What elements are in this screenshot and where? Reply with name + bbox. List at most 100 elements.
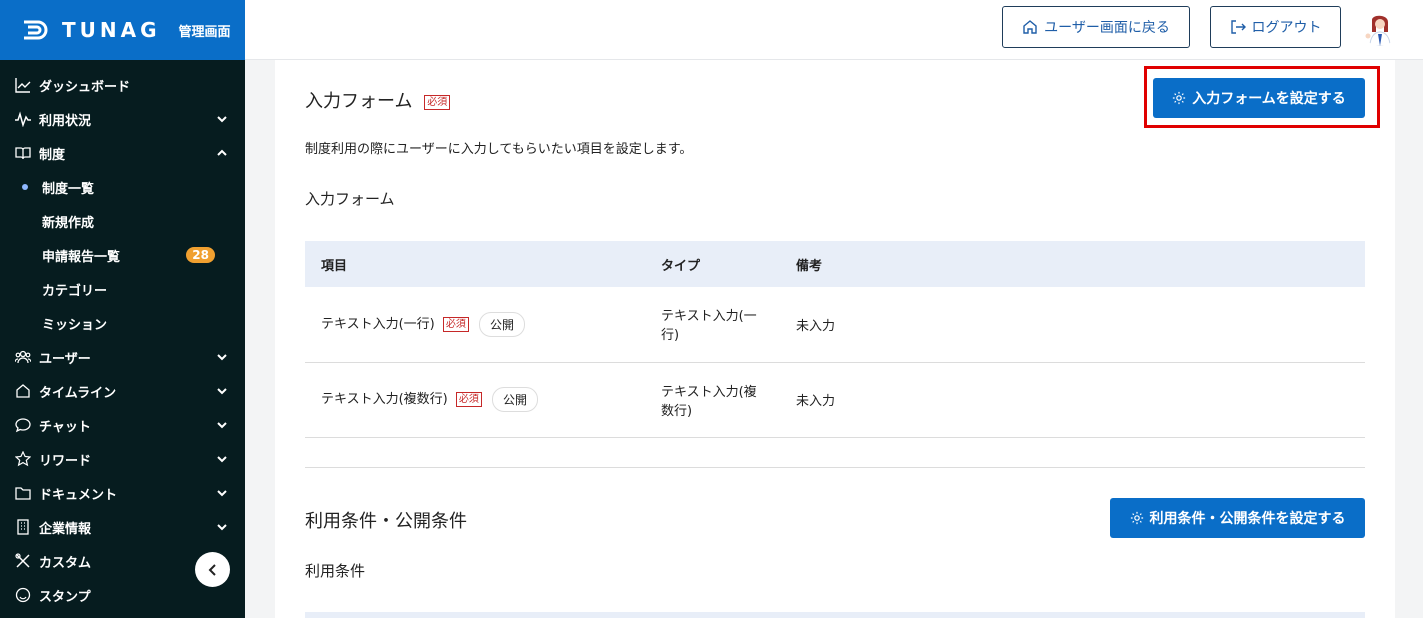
count-badge: 28 xyxy=(186,247,215,263)
item-cell: テキスト入力(複数行) 必須 公開 xyxy=(305,362,645,438)
form-table: 項目 タイプ 備考 テキスト入力(一行) 必須 公開 テキスト入力(一 行) 未… xyxy=(305,241,1365,438)
sidebar-subitem-new[interactable]: 新規作成 xyxy=(0,204,245,238)
logout-icon xyxy=(1230,20,1246,34)
sidebar-item-reward[interactable]: リワード xyxy=(0,442,245,476)
tunag-logo-icon xyxy=(22,19,52,41)
type-label-line1: テキスト入力(複 xyxy=(661,384,757,400)
logout-button[interactable]: ログアウト xyxy=(1210,6,1341,48)
chevron-down-icon xyxy=(217,354,227,361)
sidebar-subitem-label: ミッション xyxy=(42,317,108,333)
chevron-down-icon xyxy=(217,422,227,429)
visibility-badge: 公開 xyxy=(492,387,539,412)
avatar[interactable] xyxy=(1362,10,1398,46)
sidebar-item-label: チャット xyxy=(39,419,91,435)
type-label-line1: テキスト入力(一 xyxy=(661,309,757,325)
sidebar-item-label: スタンプ xyxy=(39,589,91,605)
sidebar-subitem-category[interactable]: カテゴリー xyxy=(0,272,245,306)
active-dot xyxy=(22,184,28,190)
chevron-down-icon xyxy=(217,116,227,123)
sidebar: TUNAG 管理画面 ダッシュボード 利用状況 制度 制度一覧 新規作成 申請報… xyxy=(0,0,245,618)
sidebar-subitem-label: 制度一覧 xyxy=(42,181,95,197)
item-label: テキスト入力(一行) xyxy=(321,316,435,332)
sidebar-item-label: ユーザー xyxy=(39,351,91,367)
sidebar-item-company[interactable]: 企業情報 xyxy=(0,510,245,544)
logout-label: ログアウト xyxy=(1251,20,1322,36)
required-badge: 必須 xyxy=(442,316,469,332)
sidebar-item-documents[interactable]: ドキュメント xyxy=(0,476,245,510)
sidebar-item-label: リワード xyxy=(39,453,92,469)
building-icon xyxy=(14,518,32,536)
item-label: テキスト入力(複数行) xyxy=(321,392,448,407)
sidebar-item-label: 利用状況 xyxy=(39,113,92,129)
sidebar-nav: ダッシュボード 利用状況 制度 制度一覧 新規作成 申請報告一覧 28 カテゴリ… xyxy=(0,60,245,612)
smile-icon xyxy=(14,586,32,604)
brand-bar[interactable]: TUNAG 管理画面 xyxy=(0,0,245,60)
required-badge: 必須 xyxy=(424,94,451,110)
table-row: テキスト入力(複数行) 必須 公開 テキスト入力(複 数行) 未入力 xyxy=(305,362,1365,438)
brand-subtitle: 管理画面 xyxy=(178,24,231,40)
sidebar-subitem-label: 申請報告一覧 xyxy=(42,249,121,265)
tools-icon xyxy=(14,552,32,570)
sidebar-item-timeline[interactable]: タイムライン xyxy=(0,374,245,408)
type-label-line2: 数行) xyxy=(661,403,693,419)
sidebar-item-users[interactable]: ユーザー xyxy=(0,340,245,374)
configure-conditions-button[interactable]: 利用条件・公開条件を設定する xyxy=(1110,498,1365,538)
conditions-table-header xyxy=(305,612,1365,618)
item-cell: テキスト入力(一行) 必須 公開 xyxy=(305,287,645,363)
home-icon xyxy=(14,382,32,400)
conditions-section-title: 利用条件・公開条件 xyxy=(305,511,467,532)
sidebar-subitem-applications[interactable]: 申請報告一覧 28 xyxy=(0,238,245,272)
back-to-user-button[interactable]: ユーザー画面に戻る xyxy=(1002,6,1190,48)
sidebar-subitem-mission[interactable]: ミッション xyxy=(0,306,245,340)
sidebar-item-chat[interactable]: チャット xyxy=(0,408,245,442)
column-header-type: タイプ xyxy=(661,258,701,274)
gear-icon xyxy=(1130,511,1143,525)
home-icon xyxy=(1023,20,1037,34)
sidebar-collapse-button[interactable] xyxy=(195,552,230,587)
star-icon xyxy=(14,450,32,468)
folder-icon xyxy=(14,484,32,502)
sidebar-subitem-label: 新規作成 xyxy=(42,215,95,231)
chevron-down-icon xyxy=(217,388,227,395)
type-label-line2: 行) xyxy=(661,328,680,344)
sidebar-subitem-system-list[interactable]: 制度一覧 xyxy=(0,170,245,204)
chart-icon xyxy=(14,76,32,94)
sidebar-item-label: タイムライン xyxy=(39,385,117,401)
users-icon xyxy=(14,348,32,366)
form-description: 制度利用の際にユーザーに入力してもらいたい項目を設定します。 xyxy=(305,142,693,157)
sidebar-item-system[interactable]: 制度 xyxy=(0,136,245,170)
content-card: 入力フォーム 必須 入力フォームを設定する 制度利用の際にユーザーに入力してもら… xyxy=(275,60,1395,618)
table-row: テキスト入力(一行) 必須 公開 テキスト入力(一 行) 未入力 xyxy=(305,287,1365,363)
form-section-title-text: 入力フォーム xyxy=(305,91,413,112)
chevron-down-icon xyxy=(217,456,227,463)
note-cell: 未入力 xyxy=(780,362,1365,438)
chat-icon xyxy=(14,416,32,434)
brand-logo: TUNAG xyxy=(62,18,161,42)
sidebar-item-label: ドキュメント xyxy=(39,487,118,503)
conditions-subtitle: 利用条件 xyxy=(305,562,366,580)
form-subtitle: 入力フォーム xyxy=(305,190,395,208)
note-cell: 未入力 xyxy=(780,287,1365,363)
sidebar-item-label: 企業情報 xyxy=(39,521,92,537)
type-cell: テキスト入力(複 数行) xyxy=(645,362,780,438)
form-section-title: 入力フォーム 必須 xyxy=(305,87,451,113)
column-header-item: 項目 xyxy=(321,258,348,274)
book-icon xyxy=(14,144,32,162)
highlight-box xyxy=(1144,66,1380,128)
top-header: ユーザー画面に戻る ログアウト xyxy=(245,0,1423,60)
table-header-row: 項目 タイプ 備考 xyxy=(305,241,1365,287)
back-to-user-label: ユーザー画面に戻る xyxy=(1044,20,1170,36)
column-header-note: 備考 xyxy=(796,258,823,274)
section-divider xyxy=(305,467,1365,468)
chevron-up-icon xyxy=(217,149,227,156)
sidebar-item-label: 制度 xyxy=(39,147,66,163)
configure-conditions-label: 利用条件・公開条件を設定する xyxy=(1149,511,1346,527)
visibility-badge: 公開 xyxy=(479,311,526,337)
sidebar-item-usage[interactable]: 利用状況 xyxy=(0,102,245,136)
type-cell: テキスト入力(一 行) xyxy=(645,287,780,363)
sidebar-item-label: ダッシュボード xyxy=(39,79,131,95)
chevron-left-icon xyxy=(208,563,216,576)
chevron-down-icon xyxy=(217,524,227,531)
sidebar-item-dashboard[interactable]: ダッシュボード xyxy=(0,68,245,102)
required-badge: 必須 xyxy=(455,392,482,407)
